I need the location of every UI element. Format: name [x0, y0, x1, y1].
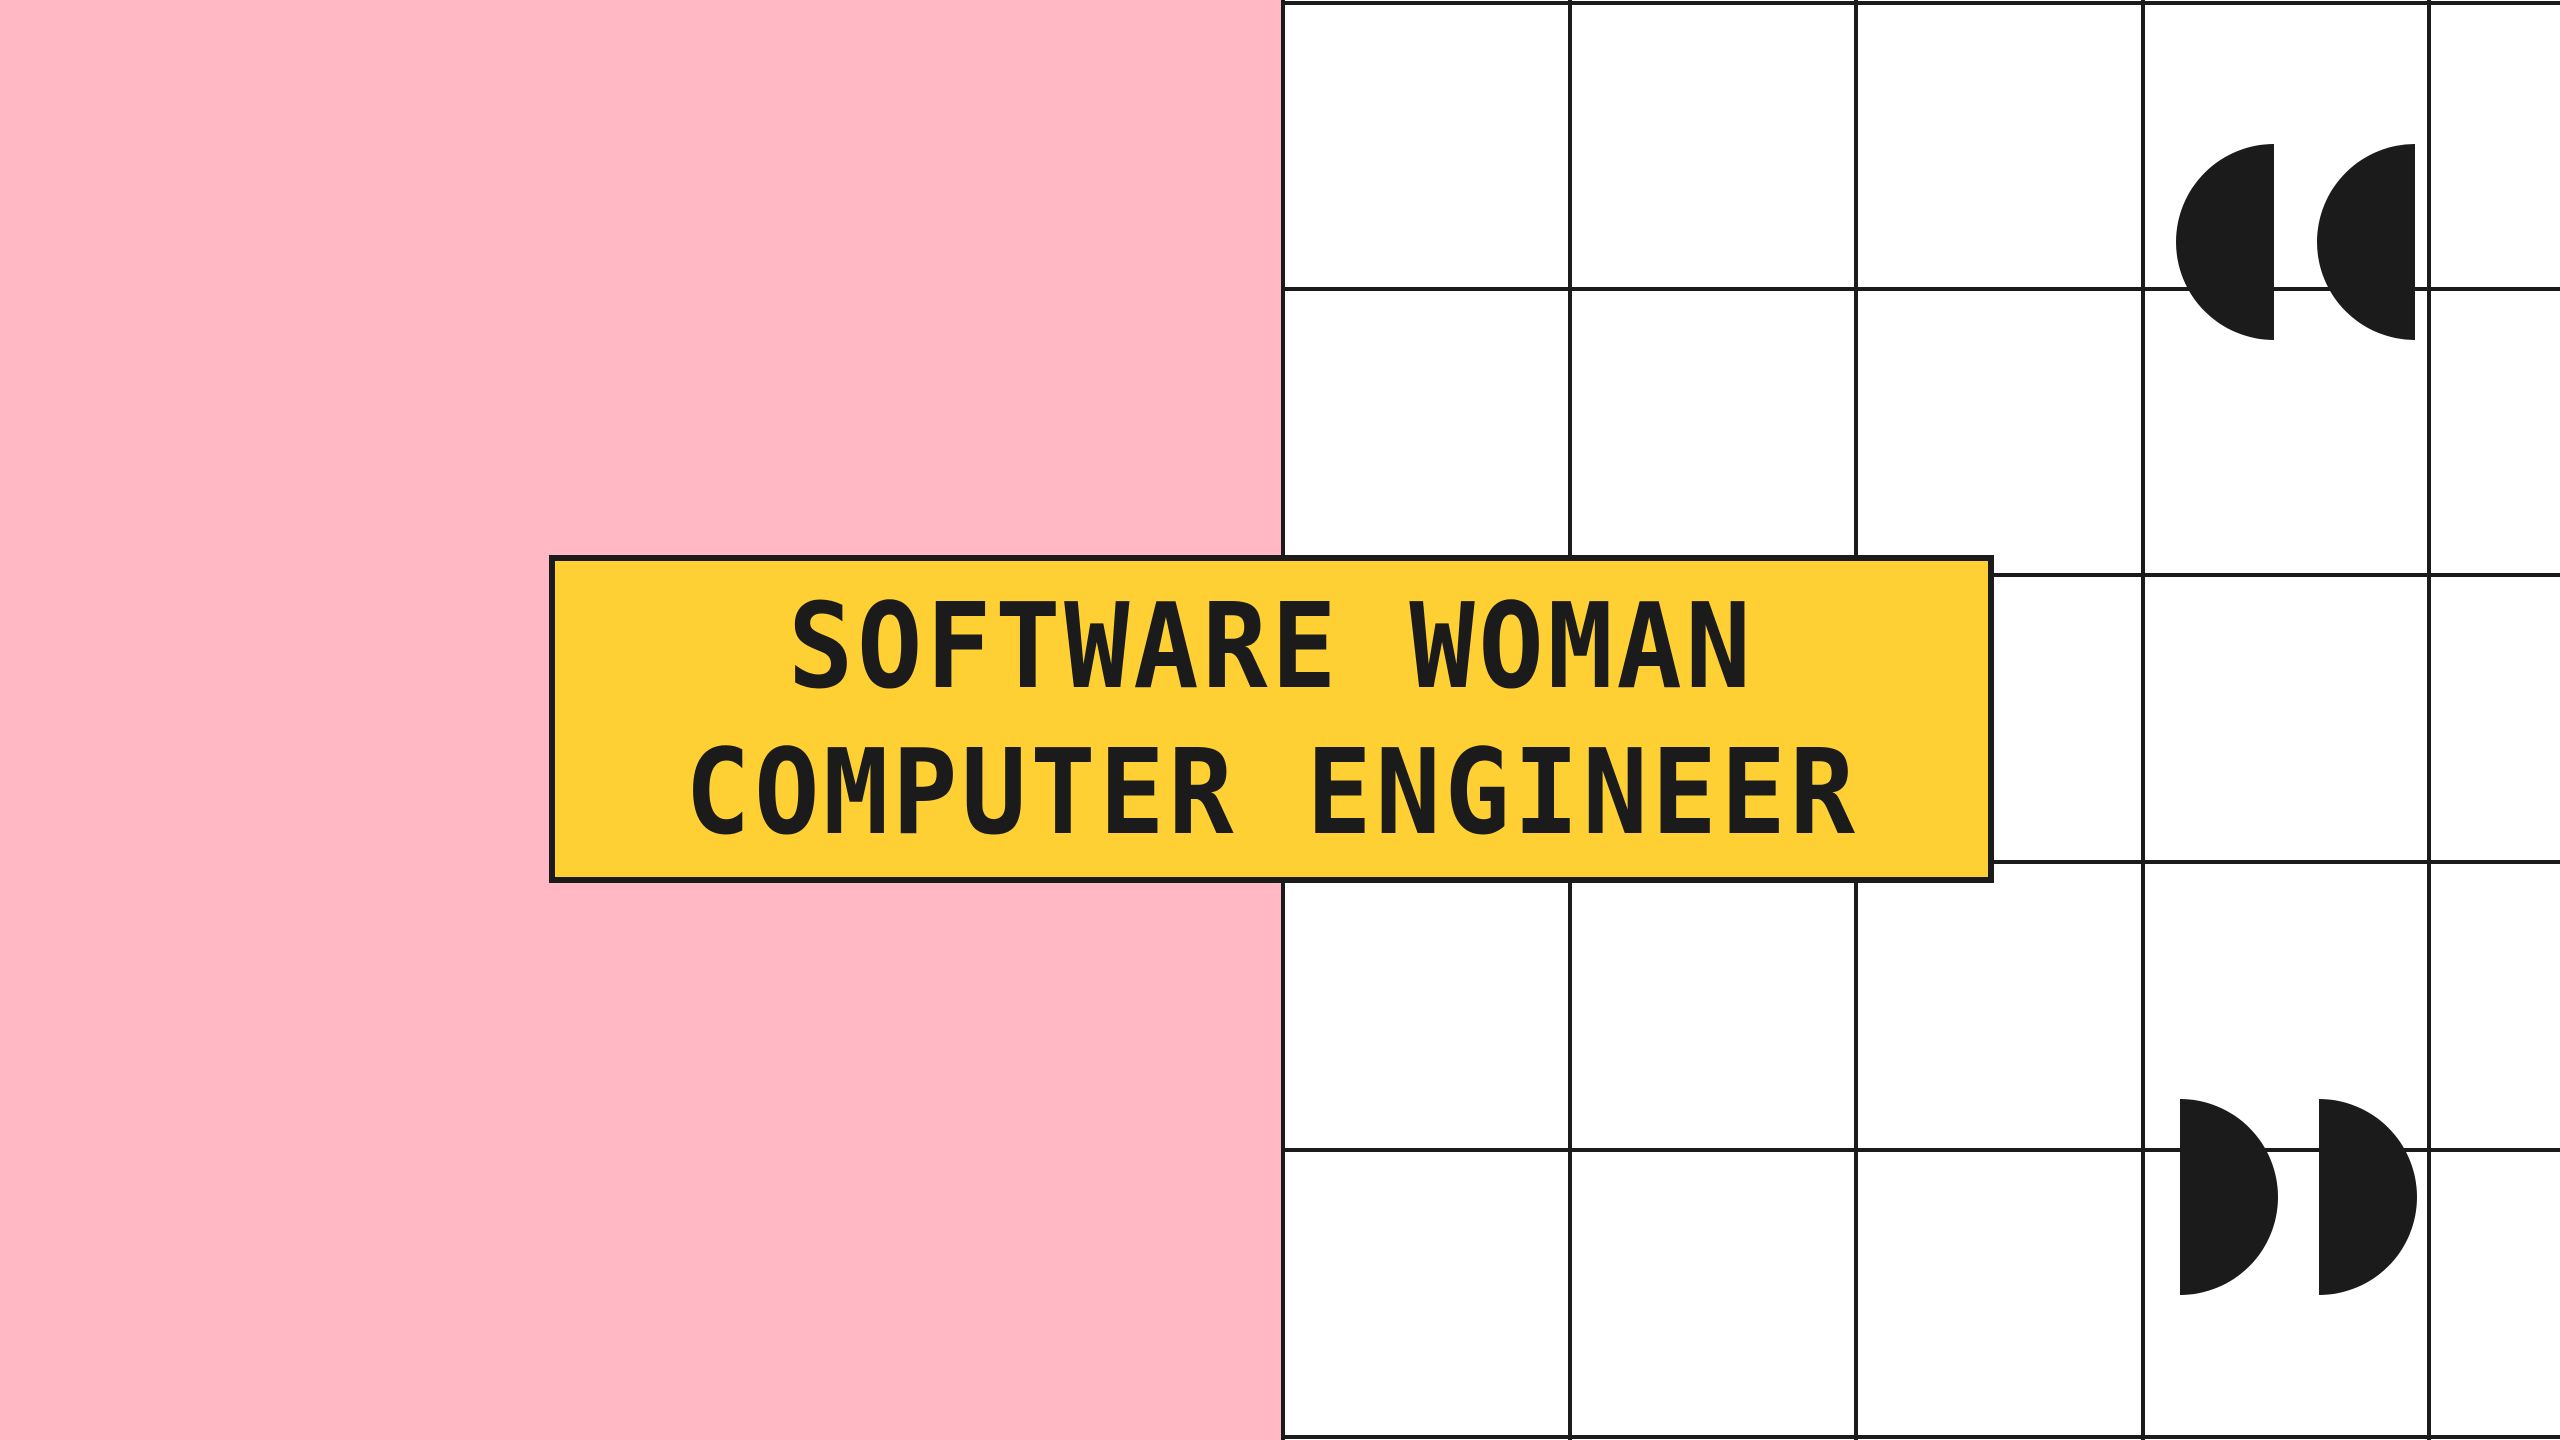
title-box: SOFTWARE WOMAN COMPUTER ENGINEER	[549, 555, 1994, 883]
close-quote-icon	[2180, 1099, 2417, 1295]
title-line-1: SOFTWARE WOMAN	[788, 577, 1755, 715]
slide-canvas: SOFTWARE WOMAN COMPUTER ENGINEER	[0, 0, 2560, 1440]
title-line-2: COMPUTER ENGINEER	[684, 723, 1859, 861]
open-quote-icon	[2176, 144, 2415, 340]
